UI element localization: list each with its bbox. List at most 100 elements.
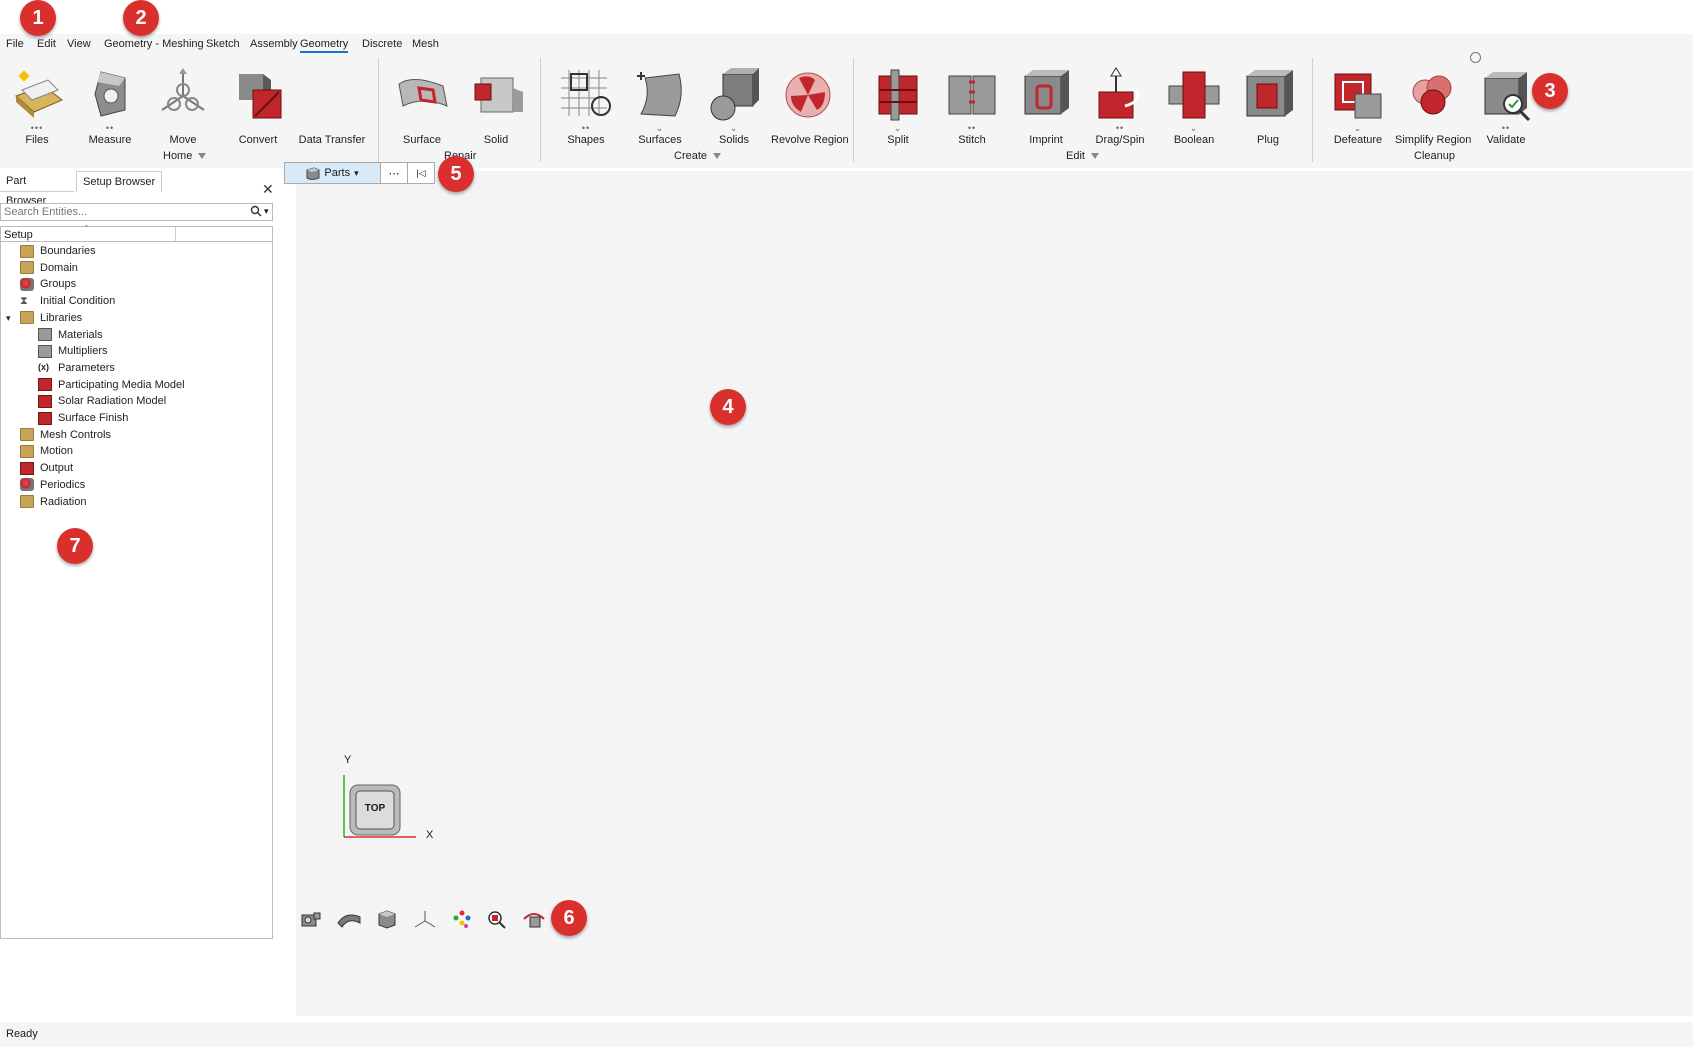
tree-item[interactable]: Surface Finish [38,409,128,427]
ribbon-divider [540,58,541,162]
callout-badge: 6 [551,900,587,936]
tree-item[interactable]: Periodics [20,476,85,494]
view-cube[interactable]: TOP [348,783,402,837]
tree-item[interactable]: ▾ Libraries [6,309,83,327]
go-first-button[interactable]: |◁ [408,163,434,183]
simplify-region-button[interactable]: Simplify Region [1395,66,1472,146]
menu-geometry-meshing[interactable]: Geometry - Meshing [104,38,204,50]
boolean-icon [1165,66,1223,124]
ribbon: ••• Files •• Measure Move Convert Data T… [0,52,1693,168]
surface-label: Surface [403,134,441,146]
menu-discrete[interactable]: Discrete [362,38,402,50]
expand-toggle-icon[interactable]: ▾ [6,309,11,327]
solids-label: Solids [719,134,749,146]
tree-item[interactable]: Mesh Controls [20,426,111,444]
tree-item[interactable]: Materials [38,326,103,344]
view-3d-icon[interactable] [522,909,546,932]
tree-item-label: Motion [40,445,74,458]
camera-icon[interactable] [300,909,322,932]
solids-button[interactable]: ⌄ Solids [697,66,771,146]
revolve-region-button[interactable]: Revolve Region [771,66,849,146]
shapes-button[interactable]: •• Shapes [549,66,623,146]
tree-item[interactable]: Boundaries [20,242,96,260]
graphics-viewport[interactable]: Parts ▾ ⋯ |◁ Y X TOP [284,162,1693,1016]
menu-edit[interactable]: Edit [37,38,56,50]
zoom-fit-icon[interactable] [486,909,508,932]
measure-button[interactable]: •• Measure [73,66,147,146]
stitch-button[interactable]: •• Stitch [935,66,1009,146]
tree-item-label: Periodics [40,478,86,491]
folder-icon [20,261,34,275]
ribbon-options-icon[interactable] [1470,52,1481,63]
shapes-label: Shapes [567,134,605,146]
solid-repair-button[interactable]: Solid [459,66,533,146]
axes-icon[interactable] [412,909,438,932]
tree-item[interactable]: Output [20,459,73,477]
chevron-down-icon [198,153,207,160]
tab-part-browser[interactable]: Part Browser [0,171,74,207]
callout-badge: 5 [438,156,474,192]
menu-sketch[interactable]: Sketch [206,38,240,50]
drag-spin-button[interactable]: •• Drag/Spin [1083,66,1157,146]
surface-icon[interactable] [336,909,362,932]
menu-mesh[interactable]: Mesh [412,38,439,50]
simplify-region-label: Simplify Region [1395,134,1472,146]
boolean-button[interactable]: ⌄ Boolean [1157,66,1231,146]
defeature-button[interactable]: ⌄ Defeature [1321,66,1395,146]
measure-icon [81,66,139,124]
parts-dropdown[interactable]: Parts ▾ [285,163,381,183]
tree-item[interactable]: Groups [20,275,76,293]
menu-assembly[interactable]: Assembly [250,38,298,50]
files-button[interactable]: ••• Files [0,66,74,146]
split-button[interactable]: ⌄ Split [861,66,935,146]
column-header-setup[interactable]: Setup [4,229,33,241]
chevron-down-icon: ▾ [354,167,359,178]
tree-item[interactable]: Participating Media Model [38,376,185,394]
tree-item-label: Boundaries [40,245,96,257]
search-icon[interactable] [250,205,262,220]
search-options-chevron-icon[interactable]: ▾ [264,206,269,217]
plug-button[interactable]: Plug [1231,66,1305,146]
stitch-icon [943,66,1001,124]
ribbon-divider [1312,58,1313,162]
tree-item[interactable]: Motion [20,442,73,460]
tree-item-label: Surface Finish [58,412,129,424]
group-edit[interactable]: Edit [1066,150,1099,162]
color-icon[interactable] [452,909,472,932]
move-button[interactable]: Move [146,66,220,146]
validate-button[interactable]: •• Validate [1469,66,1543,146]
surfaces-button[interactable]: ⌄ Surfaces [623,66,697,146]
close-panel-icon[interactable]: ✕ [262,181,274,198]
cube-icon[interactable] [376,909,398,932]
surfaces-icon [631,66,689,124]
menu-file[interactable]: File [6,38,24,50]
tree-item[interactable]: Radiation [20,493,86,511]
drag-spin-icon [1091,66,1149,124]
tab-setup-browser[interactable]: Setup Browser [76,171,163,192]
group-create[interactable]: Create [674,150,722,162]
tree-item[interactable]: ⧗ Initial Condition [20,292,115,310]
search-input[interactable] [1,204,243,220]
menu-geometry[interactable]: Geometry [300,38,349,53]
sort-ascending-icon: ˆ [85,224,88,234]
search-field[interactable]: ▾ [0,203,273,221]
chevron-down-icon [713,153,722,160]
drag-spin-label: Drag/Spin [1095,134,1145,146]
tree-item[interactable]: Solar Radiation Model [38,392,166,410]
parameters-icon: (x) [38,362,49,373]
folder-icon [20,495,34,509]
tree-item[interactable]: Multipliers [38,342,108,360]
folder-icon [20,311,34,325]
tree-item-label: Initial Condition [40,295,116,308]
surface-repair-button[interactable]: Surface [385,66,459,146]
imprint-button[interactable]: Imprint [1009,66,1083,146]
convert-button[interactable]: Convert [221,66,295,146]
group-home[interactable]: Home [163,150,207,162]
data-transfer-button[interactable]: Data Transfer [295,66,369,146]
more-options-button[interactable]: ⋯ [381,163,408,183]
menu-view[interactable]: View [67,38,91,50]
tree-item[interactable]: (x) Parameters [38,359,115,377]
tree-item-label: Libraries [40,311,83,324]
tree-item[interactable]: Domain [20,259,78,277]
multipliers-icon [38,344,52,358]
